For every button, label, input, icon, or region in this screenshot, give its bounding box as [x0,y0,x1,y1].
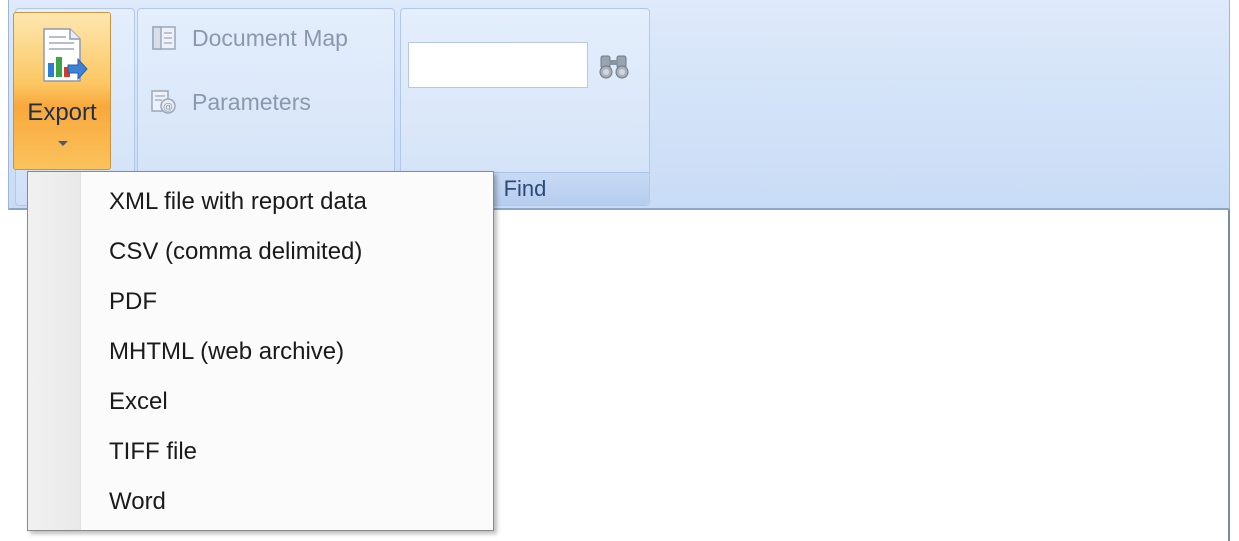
menu-item-csv[interactable]: CSV (comma delimited) [28,227,493,277]
export-dropdown-menu: XML file with report data CSV (comma del… [27,171,494,531]
menu-item-xml[interactable]: XML file with report data [28,177,493,227]
report-viewer-window: Find Export Document Map @ Parameters XM… [0,0,1239,541]
svg-text:@: @ [163,102,173,113]
parameters-label: Parameters [192,88,311,115]
menu-item-pdf[interactable]: PDF [28,277,493,327]
export-report-icon [43,28,88,82]
chevron-down-icon [58,141,68,146]
export-button-label: Export [27,99,97,126]
menu-item-tiff[interactable]: TIFF file [28,427,493,477]
menu-item-excel[interactable]: Excel [28,377,493,427]
export-menu-list: XML file with report data CSV (comma del… [28,177,493,527]
document-map-label: Document Map [192,24,348,51]
binoculars-icon [599,55,629,79]
find-button[interactable] [597,52,631,82]
parameters-icon: @ [151,90,176,114]
menu-item-word[interactable]: Word [28,477,493,527]
export-button[interactable]: Export [13,12,111,170]
find-input[interactable] [408,42,588,88]
content-area-border [1228,210,1230,541]
document-map-button[interactable]: Document Map [150,18,348,58]
menu-item-mhtml[interactable]: MHTML (web archive) [28,327,493,377]
parameters-button[interactable]: @ Parameters [150,82,311,122]
document-map-icon [152,26,176,50]
